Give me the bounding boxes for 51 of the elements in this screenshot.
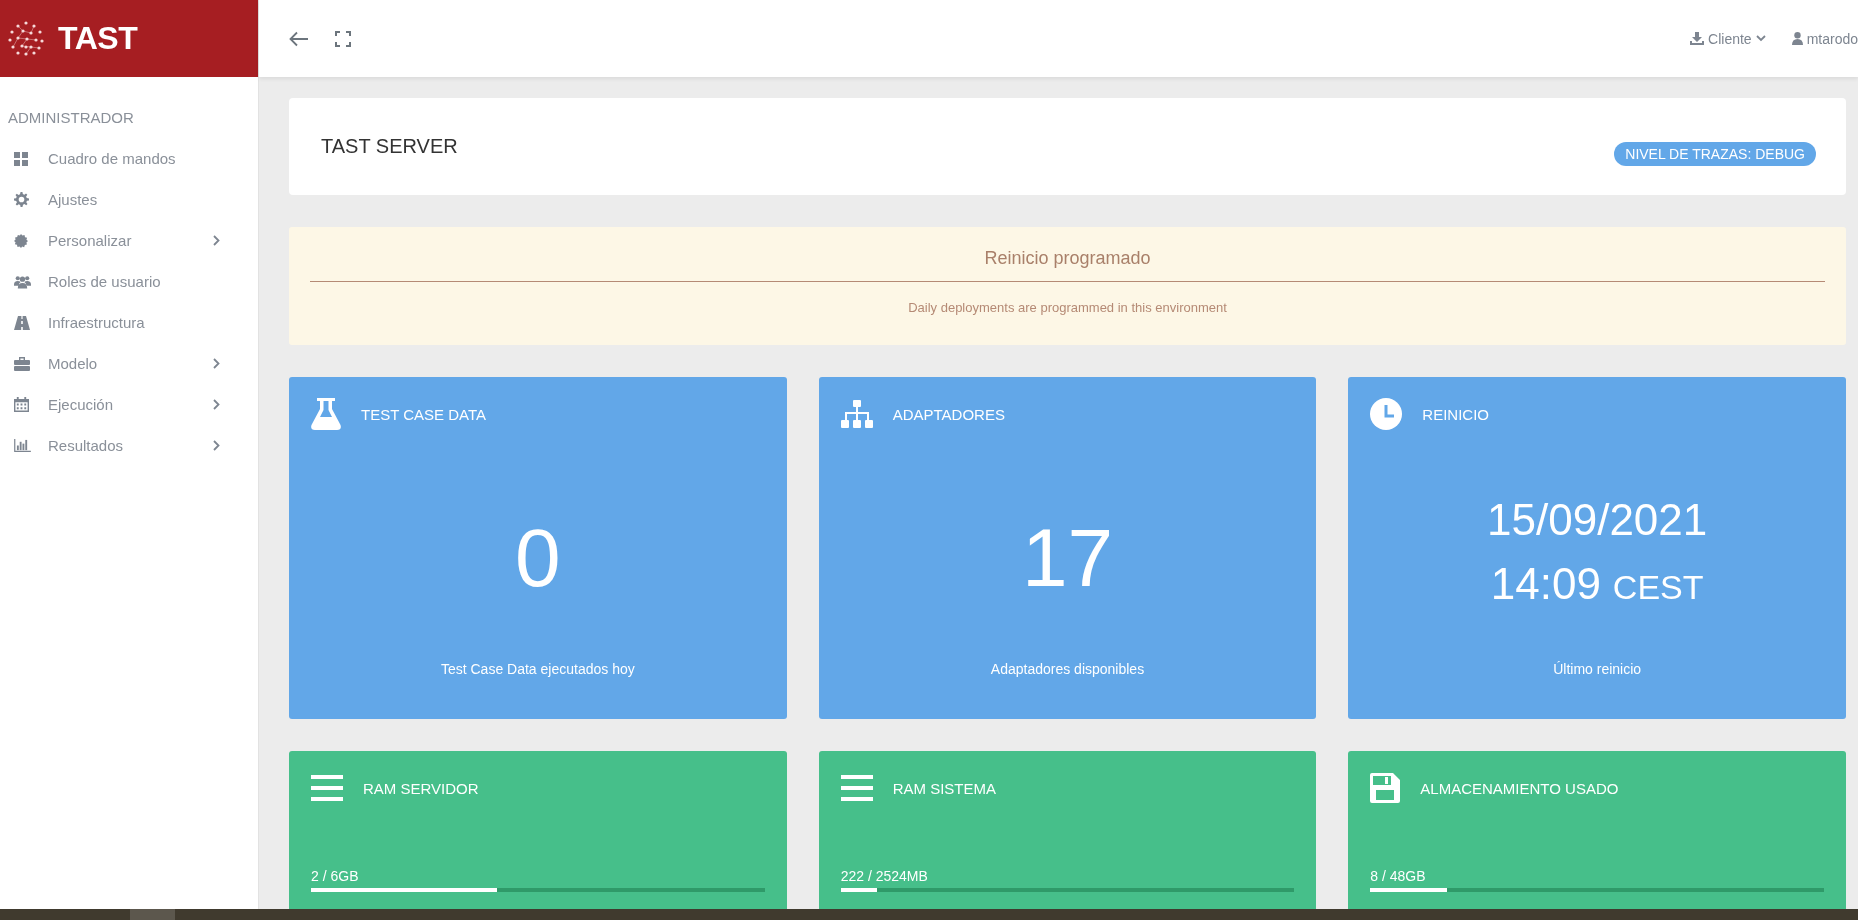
user-icon (1791, 32, 1803, 45)
card-caption: Último reinicio (1552, 661, 1643, 679)
page-title: TAST SERVER (321, 135, 458, 158)
stat-value: 0 (515, 511, 561, 605)
hierarchy-icon (840, 400, 873, 428)
sidebar-item[interactable]: Roles de usuario (0, 261, 258, 302)
settings-icon (14, 192, 29, 207)
clock-icon (1370, 398, 1403, 430)
stat-value: 17 (1021, 511, 1114, 605)
sidebar-item[interactable]: Modelo (0, 343, 258, 384)
download-icon (1690, 32, 1705, 45)
caret-icon (1755, 35, 1766, 42)
calendar-icon (14, 397, 29, 412)
card-caption: Test Case Data ejecutados hoy (439, 661, 636, 679)
restart-time: 14:09 (1490, 559, 1601, 609)
briefcase-icon (14, 356, 30, 371)
user-menu[interactable]: mtarodo (1791, 30, 1858, 47)
alert-message: Daily deployments are programmed in this environment (908, 299, 1227, 315)
timezone: CEST (1612, 568, 1704, 607)
sidebar-item[interactable]: Ajustes (0, 179, 258, 220)
usage-reading: 2 / 6GB (311, 868, 360, 884)
bar-chart-icon (14, 439, 31, 452)
client-menu[interactable]: Cliente (1690, 30, 1766, 47)
grid-icon (14, 151, 28, 166)
back-arrow-icon[interactable] (289, 30, 309, 47)
menu-lines-icon (840, 775, 873, 801)
sidebar-section-title: ADMINISTRADOR (7, 108, 135, 128)
brand-name: TAST (58, 20, 138, 57)
card-title: RAM SISTEMA (892, 779, 996, 797)
sidebar-item[interactable]: Resultados (0, 425, 258, 466)
card-title: REINICIO (1422, 405, 1489, 423)
road-icon (14, 315, 30, 330)
menu-lines-icon (311, 775, 343, 801)
alert-title: Reinicio programado (310, 227, 1825, 282)
users-icon (14, 274, 31, 289)
sidebar-item[interactable]: Ejecución (0, 384, 258, 425)
fullscreen-icon[interactable] (335, 30, 351, 47)
card-title: RAM SERVIDOR (363, 779, 479, 797)
sidebar-item[interactable]: Personalizar (0, 220, 258, 261)
usage-reading: 222 / 2524MB (840, 868, 929, 884)
sidebar-item[interactable]: Cuadro de mandos (0, 138, 258, 179)
card-caption: Adaptadores disponibles (989, 661, 1146, 679)
card-title: ALMACENAMIENTO USADO (1420, 779, 1619, 797)
badge-icon (14, 233, 28, 248)
usage-reading: 8 / 48GB (1370, 868, 1427, 884)
flask-icon (311, 398, 341, 430)
card-title: TEST CASE DATA (361, 405, 487, 423)
card-title: ADAPTADORES (892, 405, 1005, 423)
sidebar-item[interactable]: Infraestructura (0, 302, 258, 343)
restart-date: 15/09/2021 (1487, 494, 1708, 545)
log-level-badge: NIVEL DE TRAZAS: DEBUG (1614, 141, 1816, 166)
